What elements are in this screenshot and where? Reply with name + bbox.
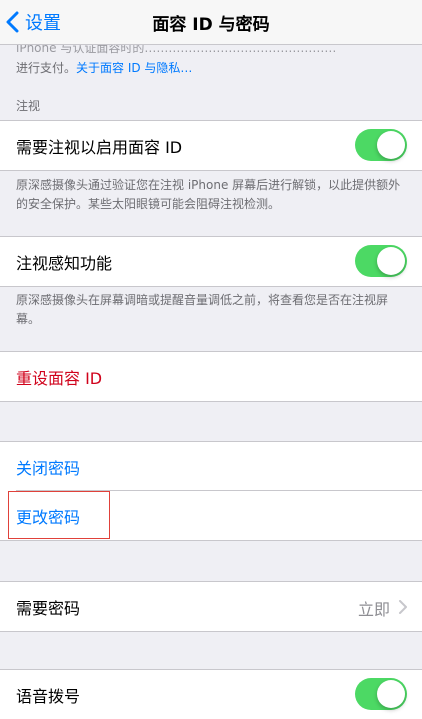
require-attention-label: 需要注视以启用面容 ID — [16, 137, 183, 157]
require-attention-toggle[interactable] — [355, 129, 407, 161]
require-attention-row: 需要注视以启用面容 ID — [0, 120, 422, 171]
page-title: 面容 ID 与密码 — [152, 15, 270, 35]
require-passcode-value: 立即 — [357, 600, 390, 619]
voice-dial-toggle[interactable] — [355, 678, 407, 710]
toggle-knob — [377, 680, 405, 708]
toggle-knob — [377, 247, 405, 275]
require-passcode-label: 需要密码 — [16, 598, 81, 618]
chevron-right-icon — [399, 600, 407, 614]
attention-aware-label: 注视感知功能 — [16, 253, 113, 273]
reset-face-id-row[interactable]: 重设面容 ID — [0, 351, 422, 402]
require-passcode-row[interactable]: 需要密码 立即 — [0, 581, 422, 632]
intro-line-prefix: 进行支付。 — [16, 61, 77, 75]
voice-dial-row: 语音拨号 — [0, 669, 422, 719]
attention-aware-toggle[interactable] — [355, 245, 407, 277]
voice-dial-label: 语音拨号 — [16, 686, 81, 706]
highlight-box — [8, 491, 110, 539]
section-header-attention: 注视 — [16, 99, 41, 113]
require-attention-footer: 原深感摄像头通过验证您在注视 iPhone 屏幕后进行解锁，以此提供额外的安全保… — [16, 178, 401, 211]
turn-off-passcode-row[interactable]: 关闭密码 — [0, 441, 422, 491]
privacy-link[interactable]: 关于面容 ID 与隐私… — [76, 61, 192, 75]
toggle-knob — [377, 131, 405, 159]
reset-face-id-label: 重设面容 ID — [16, 368, 103, 388]
turn-off-passcode-label: 关闭密码 — [16, 458, 81, 478]
attention-aware-row: 注视感知功能 — [0, 236, 422, 287]
navigation-bar: 设置 面容 ID 与密码 — [0, 0, 422, 45]
attention-aware-footer: 原深感摄像头在屏幕调暗或提醒音量调低之前，将查看您是否在注视屏幕。 — [16, 293, 389, 326]
